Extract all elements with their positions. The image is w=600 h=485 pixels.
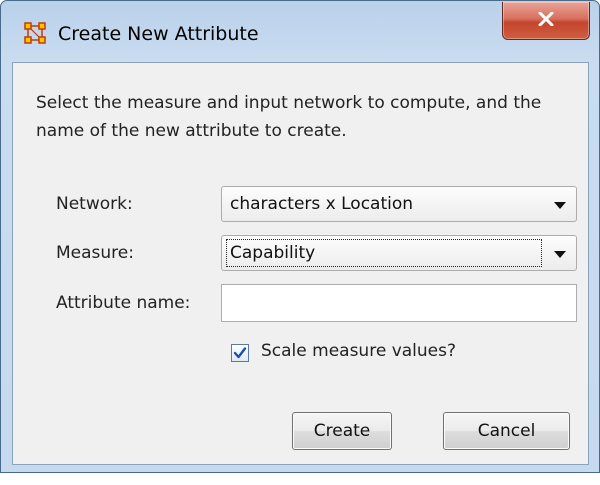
network-selected-value: characters x Location [230, 194, 414, 214]
create-button[interactable]: Create [292, 412, 392, 450]
dialog-content: Select the measure and input network to … [12, 62, 589, 465]
measure-dropdown[interactable]: Capability [221, 235, 577, 271]
measure-label: Measure: [56, 243, 134, 263]
scale-measure-checkbox[interactable] [231, 344, 249, 362]
close-icon [538, 11, 554, 31]
chevron-down-icon [554, 251, 566, 258]
checkmark-icon [233, 347, 247, 359]
window-title: Create New Attribute [58, 23, 259, 45]
cancel-button[interactable]: Cancel [443, 412, 570, 450]
network-nodes-icon [24, 22, 46, 44]
network-label: Network: [56, 194, 133, 214]
scale-measure-label[interactable]: Scale measure values? [261, 341, 456, 361]
attribute-name-input[interactable] [221, 284, 577, 322]
close-button[interactable] [502, 2, 590, 40]
attribute-name-label: Attribute name: [56, 293, 191, 313]
chevron-down-icon [554, 202, 566, 209]
measure-selected-value: Capability [230, 243, 316, 263]
title-bar[interactable]: Create New Attribute [1, 1, 599, 61]
description-text: Select the measure and input network to … [36, 93, 542, 141]
network-dropdown[interactable]: characters x Location [221, 186, 577, 222]
dialog-window: Create New Attribute Select the measure … [0, 0, 600, 473]
